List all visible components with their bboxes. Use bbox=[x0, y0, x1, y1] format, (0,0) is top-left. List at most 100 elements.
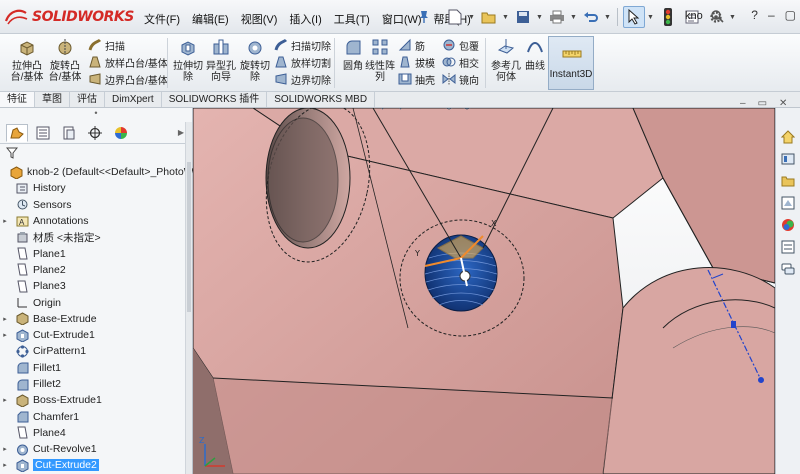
help-icon[interactable]: ? bbox=[751, 8, 758, 22]
menu-item-4[interactable]: 工具(T) bbox=[328, 9, 376, 29]
tree-expand-icon[interactable]: ▸ bbox=[0, 331, 10, 339]
tree-item[interactable]: ▸ A Annotations bbox=[0, 213, 186, 229]
configuration-manager-tab[interactable] bbox=[58, 124, 80, 142]
swept-cut-button[interactable]: 扫描切除 bbox=[274, 37, 331, 53]
view-orientation-icon[interactable] bbox=[442, 108, 456, 110]
tab-5[interactable]: SOLIDWORKS MBD bbox=[267, 92, 376, 107]
display-style-icon[interactable] bbox=[460, 108, 474, 110]
user-name[interactable]: kno bbox=[685, 10, 703, 22]
menu-item-3[interactable]: 插入(I) bbox=[283, 9, 327, 29]
tree-item[interactable]: Plane3 bbox=[0, 278, 186, 294]
draft-button[interactable]: 拔模 bbox=[398, 54, 435, 70]
tree-expand-icon[interactable]: ▸ bbox=[0, 315, 10, 323]
tree-item[interactable]: Fillet1 bbox=[0, 360, 186, 376]
tree-item[interactable]: ▸ Cut-Extrude2 bbox=[0, 457, 186, 473]
file-explorer-tab[interactable] bbox=[779, 172, 797, 190]
tree-item[interactable]: 材质 <未指定> bbox=[0, 229, 186, 245]
tree-item[interactable]: History bbox=[0, 180, 186, 196]
tab-1[interactable]: 草图 bbox=[35, 92, 70, 107]
previous-view-icon[interactable] bbox=[406, 108, 420, 110]
hide-show-items-icon[interactable] bbox=[478, 108, 492, 110]
tree-expand-icon[interactable]: ▸ bbox=[0, 396, 10, 404]
rib-button[interactable]: 筋 bbox=[398, 37, 425, 53]
revolve-cut-button[interactable]: 旋转切 除 bbox=[236, 38, 274, 83]
lofted-cut-button[interactable]: 放样切割 bbox=[274, 54, 331, 70]
rebuild-button[interactable] bbox=[657, 6, 679, 28]
instant3d-button[interactable]: Instant3D bbox=[548, 36, 594, 90]
chevron-down-icon[interactable]: ▼ bbox=[536, 14, 544, 21]
zoom-to-fit-icon[interactable] bbox=[370, 108, 384, 110]
custom-properties-tab[interactable] bbox=[779, 238, 797, 256]
selected-threaded-face[interactable] bbox=[424, 234, 498, 312]
dimxpert-manager-tab[interactable] bbox=[84, 124, 106, 142]
tree-item[interactable]: Origin bbox=[0, 294, 186, 310]
pin-icon[interactable] bbox=[418, 10, 430, 24]
search-icon[interactable] bbox=[710, 9, 724, 23]
tree-expand-icon[interactable]: ▸ bbox=[0, 461, 10, 469]
tree-item[interactable]: ▸ Cut-Revolve1 bbox=[0, 441, 186, 457]
chevron-down-icon[interactable]: ▼ bbox=[729, 14, 737, 21]
tree-root-part[interactable]: knob-2 (Default<<Default>_PhotoWor bbox=[0, 164, 203, 180]
boundary-cut-button[interactable]: 边界切除 bbox=[274, 71, 331, 87]
intersect-button[interactable]: 相交 bbox=[442, 54, 479, 70]
model-view[interactable]: Y X Z bbox=[193, 108, 775, 474]
tab-2[interactable]: 评估 bbox=[70, 92, 105, 107]
tree-item[interactable]: CirPattern1 bbox=[0, 343, 186, 359]
tree-item[interactable]: ▸ Cut-Extrude1 bbox=[0, 327, 186, 343]
chevron-down-icon[interactable]: ▼ bbox=[647, 14, 655, 21]
maximize-icon[interactable]: ▢ bbox=[785, 8, 796, 22]
tree-expand-icon[interactable]: ▸ bbox=[0, 217, 10, 225]
tree-item[interactable]: Plane2 bbox=[0, 262, 186, 278]
chevron-down-icon[interactable]: ▼ bbox=[570, 14, 578, 21]
tree-item[interactable]: Plane4 bbox=[0, 425, 186, 441]
linear-pattern-button[interactable]: 线性阵 列 bbox=[361, 38, 399, 83]
tree-scrollbar[interactable] bbox=[185, 122, 192, 474]
chevron-down-icon[interactable]: ▼ bbox=[604, 14, 612, 21]
zoom-area-icon[interactable] bbox=[388, 108, 402, 110]
tab-0[interactable]: 特征 bbox=[0, 92, 35, 107]
display-manager-tab[interactable] bbox=[110, 124, 132, 142]
hole-wizard-button[interactable]: 异型孔 向导 bbox=[202, 38, 240, 83]
solidworks-resources-tab[interactable] bbox=[779, 128, 797, 146]
tabs-scroll-right-icon[interactable]: ▶ bbox=[178, 128, 184, 137]
viewport-minimize-icon[interactable]: – bbox=[740, 98, 746, 109]
boundary-boss-button[interactable]: 边界凸台/基体 bbox=[88, 71, 168, 87]
tree-item[interactable]: ▸ Base-Extrude bbox=[0, 311, 186, 327]
edit-appearance-icon[interactable] bbox=[496, 108, 510, 110]
menu-item-2[interactable]: 视图(V) bbox=[235, 9, 284, 29]
viewport-restore-icon[interactable]: ▭ bbox=[758, 98, 767, 109]
menu-item-0[interactable]: 文件(F) bbox=[138, 9, 186, 29]
section-view-icon[interactable] bbox=[424, 108, 438, 110]
view-palette-tab[interactable] bbox=[779, 194, 797, 212]
feature-manager-tab[interactable] bbox=[6, 123, 28, 142]
scrollbar-thumb[interactable] bbox=[187, 162, 191, 312]
undo-button[interactable] bbox=[580, 6, 602, 28]
tree-item[interactable]: Chamfer1 bbox=[0, 408, 186, 424]
revolve-boss-button[interactable]: 旋转凸 台/基体 bbox=[46, 38, 84, 83]
wrap-button[interactable]: 包覆 bbox=[442, 37, 479, 53]
select-button[interactable] bbox=[623, 6, 645, 28]
panel-collapse-handle[interactable]: • bbox=[0, 108, 192, 122]
tree-expand-icon[interactable]: ▸ bbox=[0, 445, 10, 453]
graphics-area[interactable]: Y X Z bbox=[193, 108, 775, 474]
print-button[interactable] bbox=[546, 6, 568, 28]
property-manager-tab[interactable] bbox=[32, 124, 54, 142]
tree-item[interactable]: ▸ Boss-Extrude1 bbox=[0, 392, 186, 408]
save-button[interactable] bbox=[512, 6, 534, 28]
open-button[interactable] bbox=[478, 6, 500, 28]
tab-3[interactable]: DimXpert bbox=[105, 92, 162, 107]
new-document-button[interactable] bbox=[444, 6, 466, 28]
menu-item-1[interactable]: 编辑(E) bbox=[186, 9, 235, 29]
loft-boss-button[interactable]: 放样凸台/基体 bbox=[88, 54, 168, 70]
tree-filter[interactable] bbox=[0, 144, 192, 162]
tree-item[interactable]: Fillet2 bbox=[0, 376, 186, 392]
tree-item[interactable]: Plane1 bbox=[0, 245, 186, 261]
appearances-tab[interactable] bbox=[779, 216, 797, 234]
minimize-icon[interactable]: – bbox=[768, 8, 775, 22]
chevron-down-icon[interactable]: ▼ bbox=[468, 14, 476, 21]
shell-button[interactable]: 抽壳 bbox=[398, 71, 435, 87]
extrude-boss-button[interactable]: 拉伸凸 台/基体 bbox=[8, 38, 46, 83]
tree-item[interactable]: Sensors bbox=[0, 197, 186, 213]
design-library-tab[interactable] bbox=[779, 150, 797, 168]
scene-icon[interactable] bbox=[514, 108, 528, 110]
